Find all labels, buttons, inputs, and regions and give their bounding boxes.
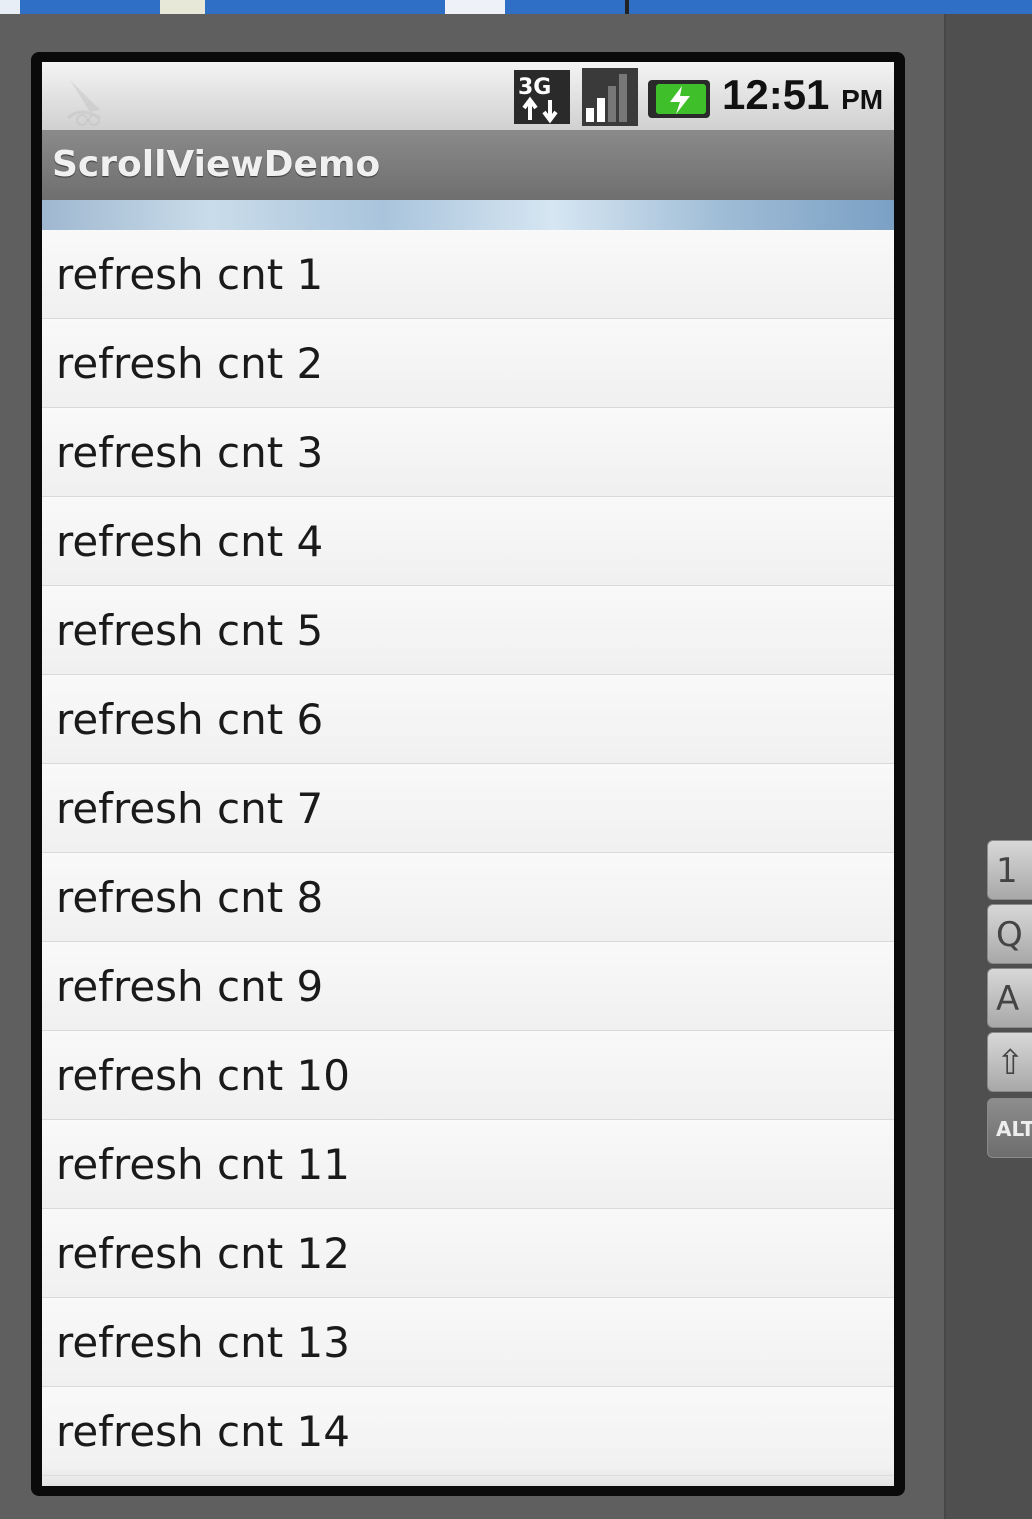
emulator-side-panel [944, 14, 1032, 1519]
key-q[interactable]: Q [987, 904, 1032, 964]
notification-icon [66, 80, 101, 126]
battery-charging-icon [648, 80, 710, 118]
shift-key[interactable]: ⇧ [987, 1032, 1032, 1092]
list-item-label: refresh cnt 5 [56, 606, 324, 655]
list-item[interactable]: refresh cnt 9 [42, 942, 894, 1031]
list-item[interactable]: refresh cnt 10 [42, 1031, 894, 1120]
list-item-label: refresh cnt 14 [56, 1407, 350, 1456]
taskbar-segment [0, 0, 20, 14]
refresh-list[interactable]: refresh cnt 1 refresh cnt 2 refresh cnt … [42, 230, 894, 1476]
3g-icon: 3G [514, 70, 570, 124]
list-item[interactable]: refresh cnt 2 [42, 319, 894, 408]
list-item-label: refresh cnt 9 [56, 962, 324, 1011]
list-item[interactable]: refresh cnt 3 [42, 408, 894, 497]
scroll-fade [42, 1468, 894, 1486]
clock-ampm: PM [841, 84, 884, 115]
list-item-label: refresh cnt 13 [56, 1318, 350, 1367]
app-title: ScrollViewDemo [52, 144, 381, 185]
header-banner [42, 200, 894, 230]
list-item-label: refresh cnt 4 [56, 517, 324, 566]
app-title-bar: ScrollViewDemo [42, 130, 894, 200]
list-item-label: refresh cnt 6 [56, 695, 324, 744]
list-item[interactable]: refresh cnt 14 [42, 1387, 894, 1476]
list-item[interactable]: refresh cnt 7 [42, 764, 894, 853]
status-clock: 12:51 PM [722, 71, 883, 119]
taskbar-segment [160, 0, 205, 14]
clock-time: 12:51 [722, 71, 830, 118]
status-bar: 3G 12:51 PM [42, 62, 894, 130]
list-item-label: refresh cnt 8 [56, 873, 324, 922]
list-item-label: refresh cnt 11 [56, 1140, 350, 1189]
list-item-label: refresh cnt 12 [56, 1229, 350, 1278]
host-taskbar [0, 0, 1032, 14]
device-screen: 3G 12:51 PM ScrollViewDemo refresh cnt 1… [42, 62, 894, 1486]
svg-text:3G: 3G [518, 75, 551, 100]
list-item[interactable]: refresh cnt 4 [42, 497, 894, 586]
key-a[interactable]: A [987, 968, 1032, 1028]
list-item[interactable]: refresh cnt 11 [42, 1120, 894, 1209]
signal-icon [582, 68, 638, 126]
list-item-label: refresh cnt 10 [56, 1051, 350, 1100]
alt-key[interactable]: ALT [987, 1098, 1032, 1158]
list-item[interactable]: refresh cnt 6 [42, 675, 894, 764]
list-item-label: refresh cnt 1 [56, 250, 324, 299]
list-item-label: refresh cnt 3 [56, 428, 324, 477]
list-item[interactable]: refresh cnt 13 [42, 1298, 894, 1387]
taskbar-segment [445, 0, 505, 14]
list-item-label: refresh cnt 2 [56, 339, 324, 388]
key-1[interactable]: 1 [987, 840, 1032, 900]
list-item[interactable]: refresh cnt 1 [42, 230, 894, 319]
emulator-keyboard: 1 Q A ⇧ ALT [987, 840, 1032, 1162]
list-item[interactable]: refresh cnt 5 [42, 586, 894, 675]
taskbar-divider [625, 0, 629, 14]
list-item[interactable]: refresh cnt 12 [42, 1209, 894, 1298]
list-item[interactable]: refresh cnt 8 [42, 853, 894, 942]
list-item-label: refresh cnt 7 [56, 784, 324, 833]
